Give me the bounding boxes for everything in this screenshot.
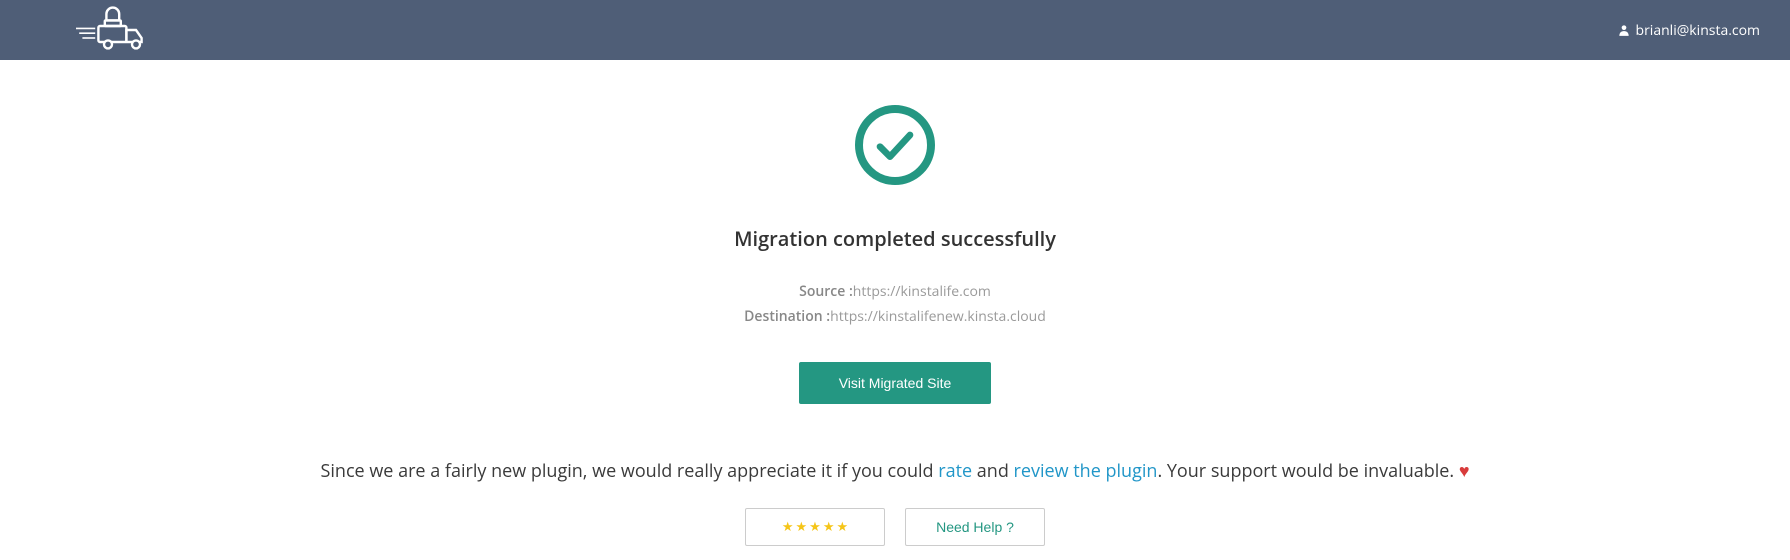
star-icon: ★ — [796, 519, 808, 535]
main-content: Migration completed successfully Source … — [0, 60, 1790, 546]
button-row: ★ ★ ★ ★ ★ Need Help ? — [745, 508, 1045, 546]
destination-value: https://kinstalifenew.kinsta.cloud — [830, 307, 1046, 326]
source-row: Source :https://kinstalife.com — [799, 282, 991, 301]
rate-link[interactable]: rate — [938, 459, 972, 483]
star-icon: ★ — [823, 519, 835, 535]
text-segment: . Your support would be invaluable. — [1157, 459, 1458, 483]
user-icon — [1617, 23, 1631, 37]
star-icon: ★ — [782, 519, 794, 535]
page-title: Migration completed successfully — [734, 225, 1056, 252]
destination-label: Destination : — [744, 307, 830, 326]
rate-stars-button[interactable]: ★ ★ ★ ★ ★ — [745, 508, 885, 546]
visit-migrated-site-button[interactable]: Visit Migrated Site — [799, 362, 992, 404]
user-account[interactable]: brianli@kinsta.com — [1617, 21, 1761, 40]
success-check-icon — [855, 105, 935, 185]
appreciation-text: Since we are a fairly new plugin, we wou… — [320, 459, 1469, 483]
source-label: Source : — [799, 282, 853, 301]
logo[interactable] — [30, 6, 156, 54]
text-segment: and — [972, 459, 1013, 483]
source-value: https://kinstalife.com — [853, 282, 991, 301]
star-icon: ★ — [836, 519, 848, 535]
text-segment: Since we are a fairly new plugin, we wou… — [320, 459, 938, 483]
review-link[interactable]: review the plugin — [1014, 459, 1158, 483]
need-help-button[interactable]: Need Help ? — [905, 508, 1045, 546]
user-email: brianli@kinsta.com — [1636, 21, 1761, 40]
heart-icon: ♥ — [1459, 459, 1470, 483]
stars-icon: ★ ★ ★ ★ ★ — [782, 519, 848, 535]
destination-row: Destination :https://kinstalifenew.kinst… — [744, 307, 1046, 326]
star-icon: ★ — [809, 519, 821, 535]
page-header: brianli@kinsta.com — [0, 0, 1790, 60]
